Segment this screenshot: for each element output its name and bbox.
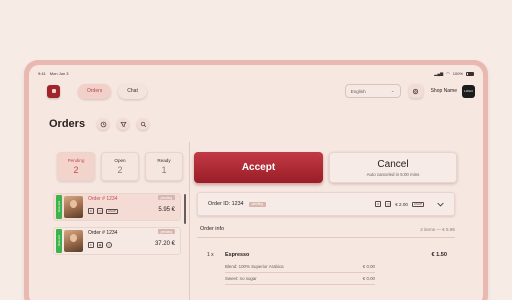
order-list: Order sent Order # 1234 pending € ◫ ASAP… bbox=[53, 193, 183, 261]
order-id: Order ID: 1234 bbox=[208, 201, 244, 207]
nav-orders-tab[interactable]: Orders bbox=[78, 83, 112, 99]
page-title: Orders bbox=[49, 118, 86, 130]
language-select[interactable]: English ⌄ bbox=[344, 84, 401, 98]
order-info-summary: 2 items — € 5.95 bbox=[420, 226, 455, 232]
nav-orders-label: Orders bbox=[87, 88, 103, 94]
filter-button[interactable] bbox=[117, 118, 130, 130]
order-list-scrollbar[interactable] bbox=[184, 194, 186, 224]
order-info-title: Order info bbox=[200, 226, 224, 232]
order-card[interactable]: Order sent Order # 1234 pending € ▦ ◷ 37… bbox=[53, 227, 181, 255]
order-item-row: 1 x Espresso € 1.50 bbox=[207, 252, 447, 258]
clock-icon: ◷ bbox=[106, 242, 112, 248]
order-stripe-label: Order sent bbox=[57, 201, 61, 213]
search-button[interactable] bbox=[137, 118, 150, 130]
signal-icon: ▂▄▆ bbox=[434, 71, 444, 76]
item-modifier: Sweet: no sugar € 0.00 bbox=[225, 276, 375, 285]
order-info-divider bbox=[197, 237, 455, 238]
filter-icon bbox=[119, 121, 127, 127]
order-price: 5.95 € bbox=[158, 207, 175, 213]
item-quantity: 1 x bbox=[207, 252, 214, 258]
calendar-icon: ▦ bbox=[97, 242, 103, 248]
accept-button[interactable]: Accept bbox=[194, 152, 323, 183]
status-time: 9:41 bbox=[38, 71, 46, 76]
status-bar: 9:41 Mon Jun 3 ▂▄▆ ◠ 100% bbox=[38, 70, 474, 77]
settings-button[interactable] bbox=[408, 84, 423, 98]
order-number: Order # 1234 bbox=[88, 230, 118, 236]
history-button[interactable] bbox=[97, 118, 110, 130]
tab-pending-count: 2 bbox=[73, 165, 79, 175]
order-amount: € 2.00 bbox=[395, 201, 408, 207]
asap-badge: ASAP bbox=[411, 201, 424, 207]
tab-pending-label: Pending bbox=[67, 158, 85, 163]
status-tabs: Pending 2 Open 2 Ready 1 bbox=[57, 152, 183, 181]
item-name: Espresso bbox=[225, 252, 250, 258]
status-date: Mon Jun 3 bbox=[49, 71, 69, 76]
shop-logo-text: LOGO bbox=[464, 89, 473, 93]
tab-ready-label: Ready bbox=[157, 158, 171, 163]
tab-ready[interactable]: Ready 1 bbox=[145, 152, 183, 181]
modifier-label: Blend: 100% Superior Arabica bbox=[225, 264, 284, 269]
nav-chat-tab[interactable]: Chat bbox=[118, 83, 147, 99]
language-selected: English bbox=[350, 88, 366, 94]
auto-cancel-timer: Auto canceled in 5:00 mins bbox=[366, 171, 420, 177]
order-number: Order # 1234 bbox=[88, 196, 118, 202]
customer-avatar bbox=[64, 230, 83, 252]
shop-logo[interactable]: LOGO bbox=[462, 84, 475, 98]
modifier-price: € 0.00 bbox=[362, 276, 375, 281]
tab-open[interactable]: Open 2 bbox=[101, 152, 139, 181]
cash-icon: € bbox=[88, 242, 94, 248]
gear-icon bbox=[413, 88, 419, 94]
shop-name: Shop Name bbox=[430, 88, 457, 94]
history-icon bbox=[100, 121, 106, 127]
modifier-label: Sweet: no sugar bbox=[225, 276, 257, 281]
orders-header: Orders bbox=[49, 118, 150, 130]
modifier-price: € 0.00 bbox=[362, 264, 375, 269]
order-status-stripe: Order sent bbox=[56, 229, 62, 253]
battery-icon bbox=[466, 71, 474, 76]
nav-chat-label: Chat bbox=[127, 88, 138, 94]
chevron-down-icon[interactable] bbox=[436, 200, 444, 208]
bag-icon: ◫ bbox=[97, 208, 103, 214]
order-status-badge: pending bbox=[248, 201, 267, 207]
search-icon bbox=[140, 121, 146, 127]
cancel-button[interactable]: Cancel Auto canceled in 5:00 mins bbox=[329, 152, 457, 183]
accept-label: Accept bbox=[241, 162, 276, 173]
asap-badge: ASAP bbox=[106, 208, 119, 214]
cancel-label: Cancel bbox=[377, 158, 409, 170]
item-price: € 1.50 bbox=[431, 252, 447, 258]
wifi-icon: ◠ bbox=[446, 71, 450, 76]
bag-icon: ◫ bbox=[385, 201, 392, 207]
order-status-badge: pending bbox=[157, 229, 175, 234]
panel-divider bbox=[189, 142, 190, 300]
top-bar: Orders Chat English ⌄ Shop Name LOGO bbox=[47, 80, 475, 102]
order-id-bar[interactable]: Order ID: 1234 pending € ◫ € 2.00 ASAP bbox=[197, 192, 455, 216]
tab-pending[interactable]: Pending 2 bbox=[57, 152, 95, 181]
cash-icon: € bbox=[375, 201, 382, 207]
item-modifier: Blend: 100% Superior Arabica € 0.00 bbox=[225, 264, 375, 273]
tab-open-count: 2 bbox=[117, 165, 123, 175]
order-status-stripe: Order sent bbox=[56, 195, 62, 219]
order-info-header: Order info 2 items — € 5.95 bbox=[200, 226, 455, 232]
order-price: 37.20 € bbox=[154, 241, 175, 247]
tab-ready-count: 1 bbox=[161, 165, 167, 175]
order-status-badge: pending bbox=[157, 195, 175, 200]
battery-percent: 100% bbox=[452, 71, 463, 76]
order-stripe-label: Order sent bbox=[57, 235, 61, 247]
tab-open-label: Open bbox=[114, 158, 126, 163]
chevron-down-icon: ⌄ bbox=[390, 88, 395, 93]
order-card[interactable]: Order sent Order # 1234 pending € ◫ ASAP… bbox=[53, 193, 181, 221]
customer-avatar bbox=[64, 196, 83, 218]
cash-icon: € bbox=[88, 208, 94, 214]
app-logo[interactable] bbox=[47, 84, 60, 98]
